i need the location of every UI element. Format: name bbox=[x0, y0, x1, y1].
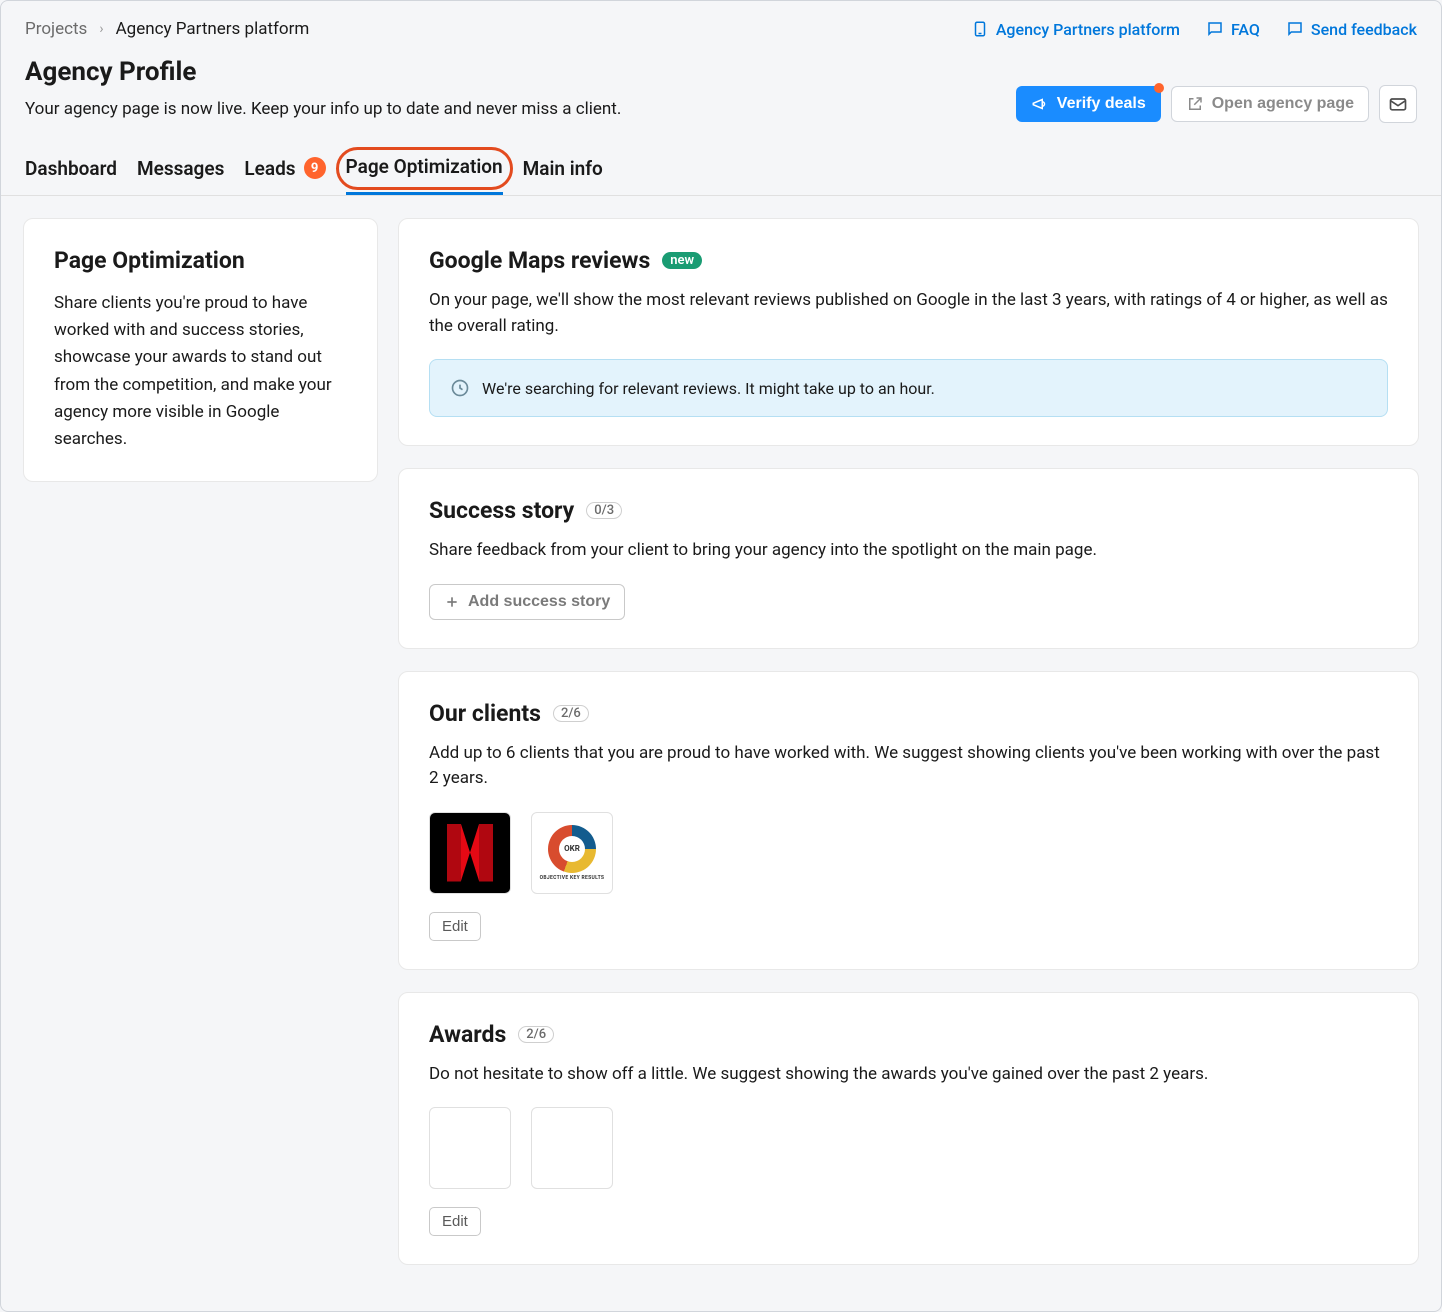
award-logo-1[interactable] bbox=[429, 1107, 511, 1189]
maps-info-text: We're searching for relevant reviews. It… bbox=[482, 379, 935, 398]
maps-info-bar: We're searching for relevant reviews. It… bbox=[429, 359, 1388, 417]
okr-sub-text: OBJECTIVE KEY RESULTS bbox=[540, 875, 605, 881]
clients-desc: Add up to 6 clients that you are proud t… bbox=[429, 741, 1388, 792]
device-icon bbox=[971, 20, 989, 38]
breadcrumb-current[interactable]: Agency Partners platform bbox=[116, 19, 310, 39]
sidebar-info-card: Page Optimization Share clients you're p… bbox=[23, 218, 378, 482]
awards-count-badge: 2/6 bbox=[518, 1026, 554, 1043]
success-count-badge: 0/3 bbox=[586, 502, 622, 519]
awards-card: Awards 2/6 Do not hesitate to show off a… bbox=[398, 992, 1419, 1266]
verify-deals-label: Verify deals bbox=[1057, 95, 1146, 113]
link-feedback[interactable]: Send feedback bbox=[1286, 20, 1417, 39]
okr-inner-text: OKR bbox=[559, 836, 585, 862]
page-subtitle: Your agency page is now live. Keep your … bbox=[25, 99, 621, 119]
tab-dashboard-label: Dashboard bbox=[25, 157, 117, 180]
link-platform[interactable]: Agency Partners platform bbox=[971, 20, 1180, 39]
our-clients-card: Our clients 2/6 Add up to 6 clients that… bbox=[398, 671, 1419, 970]
success-title: Success story bbox=[429, 497, 574, 524]
verify-deals-button[interactable]: Verify deals bbox=[1016, 86, 1161, 122]
mail-button[interactable] bbox=[1379, 85, 1417, 123]
tab-page-optimization[interactable]: Page Optimization bbox=[346, 155, 503, 195]
tabs: Dashboard Messages Leads 9 Page Optimiza… bbox=[1, 131, 1441, 196]
mail-icon bbox=[1388, 94, 1408, 114]
clock-icon bbox=[450, 378, 470, 398]
breadcrumb-root[interactable]: Projects bbox=[25, 19, 87, 39]
leads-count-badge: 9 bbox=[304, 157, 326, 179]
edit-awards-button[interactable]: Edit bbox=[429, 1207, 481, 1236]
success-desc: Share feedback from your client to bring… bbox=[429, 538, 1388, 564]
google-maps-reviews-card: Google Maps reviews new On your page, we… bbox=[398, 218, 1419, 446]
page-title: Agency Profile bbox=[25, 57, 621, 87]
maps-title: Google Maps reviews bbox=[429, 247, 650, 274]
chat-icon bbox=[1206, 20, 1224, 38]
maps-desc: On your page, we'll show the most releva… bbox=[429, 288, 1388, 339]
tab-main-info[interactable]: Main info bbox=[523, 157, 603, 194]
tab-messages[interactable]: Messages bbox=[137, 157, 224, 194]
tab-page-optimization-label: Page Optimization bbox=[346, 155, 503, 178]
link-feedback-label: Send feedback bbox=[1311, 20, 1417, 39]
megaphone-icon bbox=[1031, 95, 1049, 113]
award-logo-2[interactable] bbox=[531, 1107, 613, 1189]
breadcrumb: Projects › Agency Partners platform bbox=[25, 19, 309, 39]
external-link-icon bbox=[1186, 95, 1204, 113]
sidebar-title: Page Optimization bbox=[54, 247, 347, 274]
tab-messages-label: Messages bbox=[137, 157, 224, 180]
clients-count-badge: 2/6 bbox=[553, 705, 589, 722]
tab-leads-label: Leads bbox=[244, 157, 295, 180]
tab-main-info-label: Main info bbox=[523, 157, 603, 180]
chevron-right-icon: › bbox=[99, 21, 103, 37]
tab-leads[interactable]: Leads 9 bbox=[244, 157, 325, 194]
sidebar-body: Share clients you're proud to have worke… bbox=[54, 290, 347, 453]
open-agency-page-label: Open agency page bbox=[1212, 95, 1354, 113]
clients-title: Our clients bbox=[429, 700, 541, 727]
tab-dashboard[interactable]: Dashboard bbox=[25, 157, 117, 194]
client-logo-okr[interactable]: OKR OBJECTIVE KEY RESULTS bbox=[531, 812, 613, 894]
success-story-card: Success story 0/3 Share feedback from yo… bbox=[398, 468, 1419, 649]
link-faq[interactable]: FAQ bbox=[1206, 20, 1260, 39]
open-agency-page-button[interactable]: Open agency page bbox=[1171, 86, 1369, 122]
link-faq-label: FAQ bbox=[1231, 20, 1260, 39]
client-logo-netflix[interactable] bbox=[429, 812, 511, 894]
link-platform-label: Agency Partners platform bbox=[996, 20, 1180, 39]
awards-desc: Do not hesitate to show off a little. We… bbox=[429, 1062, 1388, 1088]
awards-title: Awards bbox=[429, 1021, 506, 1048]
netflix-icon bbox=[447, 824, 493, 882]
add-success-story-button[interactable]: Add success story bbox=[429, 584, 625, 620]
add-success-story-label: Add success story bbox=[468, 593, 610, 611]
plus-icon bbox=[444, 594, 460, 610]
edit-clients-button[interactable]: Edit bbox=[429, 912, 481, 941]
new-badge: new bbox=[662, 252, 702, 269]
chat-icon bbox=[1286, 20, 1304, 38]
okr-icon: OKR OBJECTIVE KEY RESULTS bbox=[540, 825, 605, 881]
notification-dot-icon bbox=[1154, 83, 1164, 93]
